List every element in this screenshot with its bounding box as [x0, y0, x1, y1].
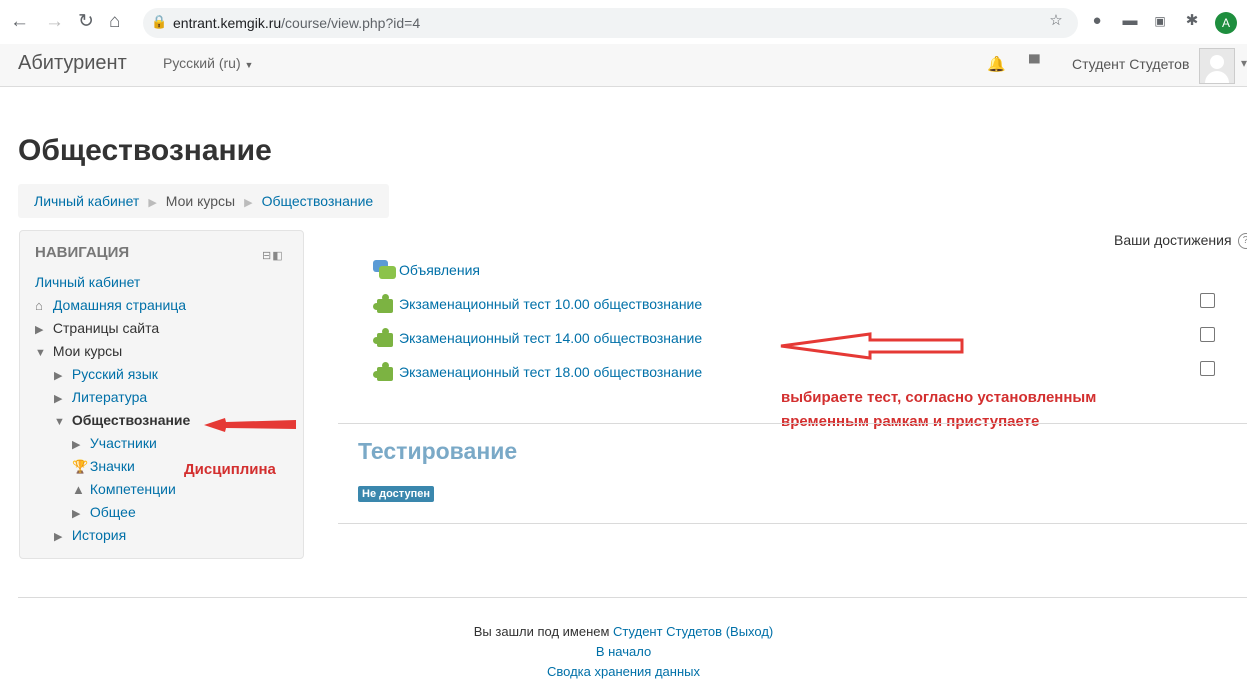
footer-user-link[interactable]: Студент Студетов — [613, 624, 722, 639]
quiz-puzzle-icon — [373, 361, 399, 383]
section-divider — [338, 523, 1247, 524]
forum-icon — [373, 260, 399, 280]
completion-checkbox[interactable] — [1200, 293, 1215, 308]
activity-quiz-1800[interactable]: Экзаменационный тест 18.00 обществознани… — [373, 361, 702, 383]
activity-link[interactable]: Экзаменационный тест 10.00 обществознани… — [399, 296, 702, 312]
annotation-discipline: Дисциплина — [184, 461, 276, 478]
quiz-puzzle-icon — [373, 293, 399, 315]
activity-announcements[interactable]: Объявления — [373, 260, 480, 280]
status-badge: Не доступен — [358, 486, 434, 502]
help-icon[interactable]: ? — [1237, 233, 1247, 250]
login-info-prefix: Вы зашли под именем — [473, 624, 610, 639]
red-arrow-icon — [204, 418, 296, 432]
red-arrow-icon — [780, 332, 964, 360]
section-divider — [338, 423, 1247, 424]
completion-checkbox[interactable] — [1200, 361, 1215, 376]
activity-link[interactable]: Экзаменационный тест 18.00 обществознани… — [399, 364, 702, 380]
quiz-puzzle-icon — [373, 327, 399, 349]
login-info: Вы зашли под именем Студент Студетов (Вы… — [0, 622, 1247, 642]
section-title[interactable]: Тестирование — [358, 438, 517, 465]
activity-link[interactable]: Объявления — [399, 262, 480, 278]
annotation-instruction-line2: временным рамкам и приступаете — [781, 413, 1040, 430]
footer-divider — [18, 597, 1247, 598]
achievements-label: Ваши достижения? — [1114, 232, 1247, 250]
activity-quiz-1000[interactable]: Экзаменационный тест 10.00 обществознани… — [373, 293, 702, 315]
achievements-text: Ваши достижения — [1114, 232, 1232, 248]
logout-link[interactable]: (Выход) — [726, 624, 774, 639]
activity-link[interactable]: Экзаменационный тест 14.00 обществознани… — [399, 330, 702, 346]
annotation-instruction-line1: выбираете тест, согласно установленным — [781, 389, 1097, 406]
page-footer: Вы зашли под именем Студент Студетов (Вы… — [0, 622, 1247, 682]
completion-checkbox[interactable] — [1200, 327, 1215, 342]
home-link[interactable]: В начало — [596, 644, 651, 659]
activity-quiz-1400[interactable]: Экзаменационный тест 14.00 обществознани… — [373, 327, 702, 349]
